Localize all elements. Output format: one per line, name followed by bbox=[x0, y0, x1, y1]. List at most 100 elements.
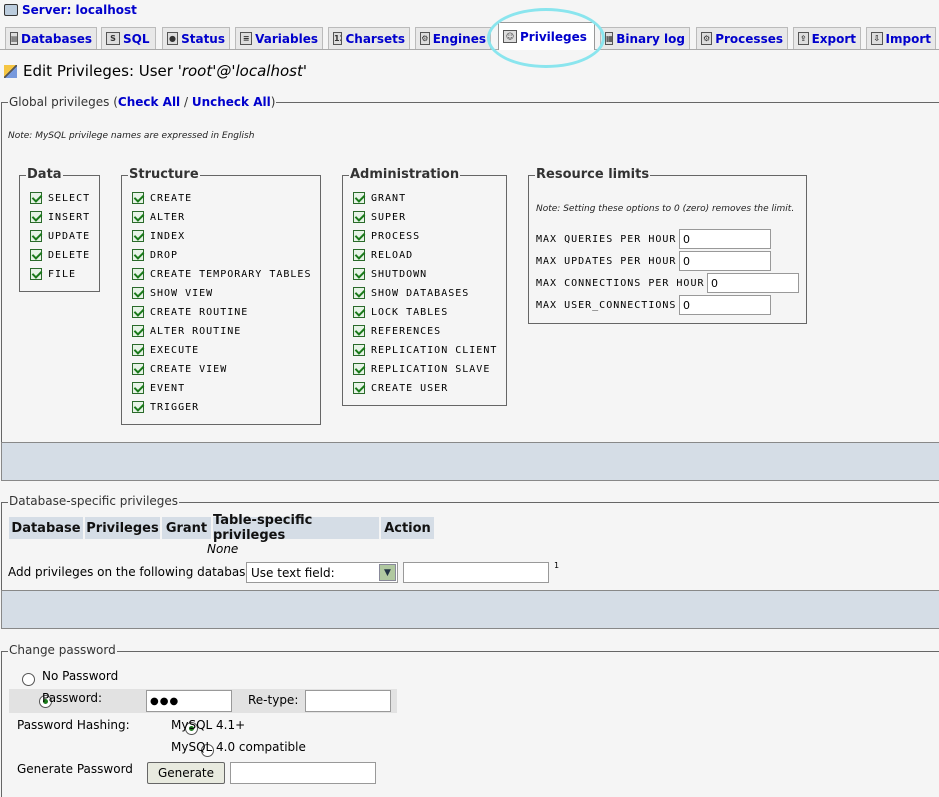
privilege-checkbox[interactable] bbox=[132, 401, 144, 413]
tab-privileges[interactable]: ☺ Privileges bbox=[498, 22, 595, 50]
tab-status[interactable]: ● Status bbox=[162, 27, 230, 49]
generated-password-input[interactable] bbox=[230, 762, 376, 784]
privilege-checkbox-row[interactable]: CREATE bbox=[132, 192, 192, 204]
privilege-checkbox[interactable] bbox=[132, 192, 144, 204]
privilege-checkbox-row[interactable]: CREATE USER bbox=[353, 382, 448, 394]
privilege-checkbox[interactable] bbox=[132, 325, 144, 337]
privilege-checkbox-row[interactable]: REPLICATION SLAVE bbox=[353, 363, 490, 375]
privilege-label[interactable]: GRANT bbox=[371, 193, 406, 204]
privilege-label[interactable]: SHOW VIEW bbox=[150, 288, 213, 299]
privilege-checkbox[interactable] bbox=[353, 211, 365, 223]
privilege-label[interactable]: SHOW DATABASES bbox=[371, 288, 469, 299]
privilege-checkbox-row[interactable]: GRANT bbox=[353, 192, 406, 204]
privilege-checkbox[interactable] bbox=[30, 268, 42, 280]
privilege-checkbox[interactable] bbox=[132, 306, 144, 318]
privilege-label[interactable]: DELETE bbox=[48, 250, 90, 261]
tab-processes[interactable]: ⚙ Processes bbox=[696, 27, 788, 49]
privilege-checkbox-row[interactable]: UPDATE bbox=[30, 230, 90, 242]
privilege-label[interactable]: ALTER ROUTINE bbox=[150, 326, 241, 337]
privilege-checkbox[interactable] bbox=[30, 249, 42, 261]
privilege-checkbox[interactable] bbox=[353, 325, 365, 337]
privilege-label[interactable]: REPLICATION SLAVE bbox=[371, 364, 490, 375]
privilege-checkbox-row[interactable]: SELECT bbox=[30, 192, 90, 204]
privilege-checkbox-row[interactable]: INDEX bbox=[132, 230, 185, 242]
privilege-label[interactable]: EXECUTE bbox=[150, 345, 199, 356]
tab-variables[interactable]: ≡ Variables bbox=[235, 27, 323, 49]
privilege-label[interactable]: UPDATE bbox=[48, 231, 90, 242]
privilege-label[interactable]: CREATE ROUTINE bbox=[150, 307, 248, 318]
check-all-link[interactable]: Check All bbox=[118, 95, 180, 109]
privilege-label[interactable]: EVENT bbox=[150, 383, 185, 394]
privilege-label[interactable]: CREATE TEMPORARY TABLES bbox=[150, 269, 311, 280]
privilege-checkbox[interactable] bbox=[353, 192, 365, 204]
tab-charsets[interactable]: 12Charsets bbox=[328, 27, 410, 49]
tab-binary-log[interactable]: ▦ Binary log bbox=[600, 27, 690, 49]
password-input[interactable]: ●●● bbox=[146, 690, 232, 712]
privilege-label[interactable]: TRIGGER bbox=[150, 402, 199, 413]
privilege-label[interactable]: SHUTDOWN bbox=[371, 269, 427, 280]
privilege-checkbox[interactable] bbox=[353, 268, 365, 280]
privilege-checkbox-row[interactable]: DELETE bbox=[30, 249, 90, 261]
server-breadcrumb[interactable]: Server: localhost bbox=[4, 2, 137, 18]
uncheck-all-link[interactable]: Uncheck All bbox=[192, 95, 271, 109]
no-password-label[interactable]: No Password bbox=[42, 669, 118, 683]
privilege-checkbox[interactable] bbox=[353, 306, 365, 318]
privilege-label[interactable]: FILE bbox=[48, 269, 76, 280]
privilege-checkbox[interactable] bbox=[132, 363, 144, 375]
privilege-checkbox[interactable] bbox=[353, 287, 365, 299]
database-select[interactable]: Use text field: ▼ bbox=[246, 562, 398, 583]
privilege-checkbox-row[interactable]: LOCK TABLES bbox=[353, 306, 448, 318]
tab-sql[interactable]: S SQL bbox=[101, 27, 156, 49]
privilege-label[interactable]: RELOAD bbox=[371, 250, 413, 261]
privilege-checkbox-row[interactable]: PROCESS bbox=[353, 230, 420, 242]
max-queries-input[interactable] bbox=[679, 229, 771, 249]
privilege-checkbox-row[interactable]: ALTER ROUTINE bbox=[132, 325, 241, 337]
privilege-label[interactable]: PROCESS bbox=[371, 231, 420, 242]
privilege-checkbox[interactable] bbox=[30, 211, 42, 223]
privilege-label[interactable]: REPLICATION CLIENT bbox=[371, 345, 497, 356]
privilege-checkbox[interactable] bbox=[132, 268, 144, 280]
server-label[interactable]: Server: localhost bbox=[22, 3, 137, 17]
privilege-checkbox-row[interactable]: REFERENCES bbox=[353, 325, 441, 337]
privilege-checkbox-row[interactable]: EXECUTE bbox=[132, 344, 199, 356]
privilege-checkbox[interactable] bbox=[132, 211, 144, 223]
privilege-label[interactable]: INSERT bbox=[48, 212, 90, 223]
privilege-checkbox-row[interactable]: SHUTDOWN bbox=[353, 268, 427, 280]
privilege-checkbox-row[interactable]: CREATE VIEW bbox=[132, 363, 227, 375]
privilege-checkbox-row[interactable]: TRIGGER bbox=[132, 401, 199, 413]
privilege-checkbox[interactable] bbox=[132, 249, 144, 261]
database-name-input[interactable] bbox=[403, 562, 549, 583]
privilege-checkbox[interactable] bbox=[132, 230, 144, 242]
privilege-label[interactable]: INDEX bbox=[150, 231, 185, 242]
privilege-checkbox[interactable] bbox=[353, 344, 365, 356]
privilege-checkbox[interactable] bbox=[132, 287, 144, 299]
max-user-connections-input[interactable] bbox=[679, 295, 771, 315]
privilege-label[interactable]: REFERENCES bbox=[371, 326, 441, 337]
no-password-radio[interactable] bbox=[22, 673, 35, 686]
privilege-checkbox[interactable] bbox=[353, 363, 365, 375]
privilege-label[interactable]: CREATE bbox=[150, 193, 192, 204]
privilege-checkbox-row[interactable]: RELOAD bbox=[353, 249, 413, 261]
privilege-checkbox-row[interactable]: ALTER bbox=[132, 211, 185, 223]
privilege-checkbox-row[interactable]: SUPER bbox=[353, 211, 406, 223]
privilege-checkbox-row[interactable]: SHOW VIEW bbox=[132, 287, 213, 299]
tab-engines[interactable]: ⚙ Engines bbox=[415, 27, 491, 49]
privilege-label[interactable]: ALTER bbox=[150, 212, 185, 223]
privilege-checkbox-row[interactable]: FILE bbox=[30, 268, 76, 280]
privilege-label[interactable]: CREATE USER bbox=[371, 383, 448, 394]
privilege-checkbox[interactable] bbox=[353, 249, 365, 261]
hash-41-label[interactable]: MySQL 4.1+ bbox=[171, 718, 245, 732]
privilege-label[interactable]: SUPER bbox=[371, 212, 406, 223]
privilege-checkbox-row[interactable]: EVENT bbox=[132, 382, 185, 394]
max-updates-input[interactable] bbox=[679, 251, 771, 271]
privilege-checkbox[interactable] bbox=[353, 230, 365, 242]
tab-databases[interactable]: ▤ Databases bbox=[5, 27, 97, 49]
privilege-checkbox-row[interactable]: DROP bbox=[132, 249, 178, 261]
privilege-checkbox-row[interactable]: INSERT bbox=[30, 211, 90, 223]
privilege-checkbox-row[interactable]: SHOW DATABASES bbox=[353, 287, 469, 299]
hash-40-label[interactable]: MySQL 4.0 compatible bbox=[171, 740, 306, 754]
generate-button[interactable]: Generate bbox=[147, 762, 225, 784]
privilege-label[interactable]: SELECT bbox=[48, 193, 90, 204]
privilege-checkbox[interactable] bbox=[132, 344, 144, 356]
privilege-label[interactable]: LOCK TABLES bbox=[371, 307, 448, 318]
